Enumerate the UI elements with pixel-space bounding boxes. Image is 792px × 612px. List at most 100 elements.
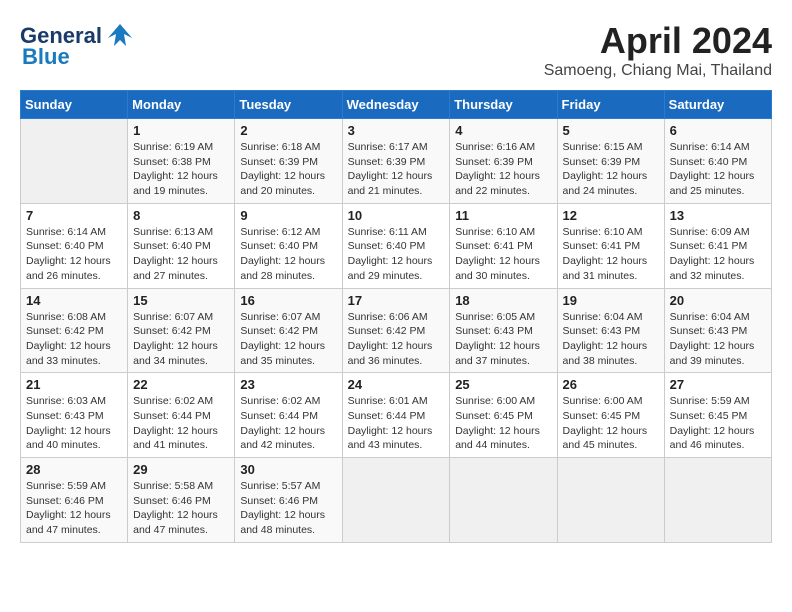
day-number: 30	[240, 462, 336, 477]
calendar-header-row: SundayMondayTuesdayWednesdayThursdayFrid…	[21, 91, 772, 119]
day-number: 13	[670, 208, 766, 223]
calendar-cell	[664, 458, 771, 543]
day-info: Sunrise: 6:06 AMSunset: 6:42 PMDaylight:…	[348, 310, 445, 369]
day-info: Sunrise: 6:09 AMSunset: 6:41 PMDaylight:…	[670, 225, 766, 284]
day-number: 12	[563, 208, 659, 223]
day-number: 24	[348, 377, 445, 392]
calendar-cell: 17 Sunrise: 6:06 AMSunset: 6:42 PMDayligh…	[342, 288, 450, 373]
day-info: Sunrise: 6:07 AMSunset: 6:42 PMDaylight:…	[133, 310, 229, 369]
day-info: Sunrise: 6:04 AMSunset: 6:43 PMDaylight:…	[670, 310, 766, 369]
day-number: 23	[240, 377, 336, 392]
day-info: Sunrise: 6:10 AMSunset: 6:41 PMDaylight:…	[455, 225, 551, 284]
calendar-cell: 22Sunrise: 6:02 AMSunset: 6:44 PMDayligh…	[128, 373, 235, 458]
calendar-cell: 27Sunrise: 5:59 AMSunset: 6:45 PMDayligh…	[664, 373, 771, 458]
day-number: 10	[348, 208, 445, 223]
calendar-header-saturday: Saturday	[664, 91, 771, 119]
day-info: Sunrise: 6:17 AMSunset: 6:39 PMDaylight:…	[348, 140, 445, 199]
calendar-header-monday: Monday	[128, 91, 235, 119]
calendar-cell: 25Sunrise: 6:00 AMSunset: 6:45 PMDayligh…	[450, 373, 557, 458]
calendar-cell: 12 Sunrise: 6:10 AMSunset: 6:41 PMDayligh…	[557, 203, 664, 288]
day-info: Sunrise: 5:57 AMSunset: 6:46 PMDaylight:…	[240, 479, 336, 538]
calendar-cell	[450, 458, 557, 543]
day-number: 18	[455, 293, 551, 308]
day-info: Sunrise: 5:59 AMSunset: 6:45 PMDaylight:…	[670, 394, 766, 453]
calendar-week-4: 21 Sunrise: 6:03 AMSunset: 6:43 PMDayligh…	[21, 373, 772, 458]
day-info: Sunrise: 6:11 AMSunset: 6:40 PMDaylight:…	[348, 225, 445, 284]
calendar-header-tuesday: Tuesday	[235, 91, 342, 119]
calendar-cell: 23 Sunrise: 6:02 AMSunset: 6:44 PMDayligh…	[235, 373, 342, 458]
location: Samoeng, Chiang Mai, Thailand	[544, 62, 772, 80]
day-number: 21	[26, 377, 122, 392]
day-number: 25	[455, 377, 551, 392]
day-number: 16	[240, 293, 336, 308]
day-number: 3	[348, 123, 445, 138]
day-info: Sunrise: 6:10 AMSunset: 6:41 PMDaylight:…	[563, 225, 659, 284]
calendar-cell: 28 Sunrise: 5:59 AMSunset: 6:46 PMDayligh…	[21, 458, 128, 543]
day-info: Sunrise: 6:07 AMSunset: 6:42 PMDaylight:…	[240, 310, 336, 369]
calendar-cell: 16 Sunrise: 6:07 AMSunset: 6:42 PMDayligh…	[235, 288, 342, 373]
day-number: 7	[26, 208, 122, 223]
day-number: 4	[455, 123, 551, 138]
calendar-cell: 21 Sunrise: 6:03 AMSunset: 6:43 PMDayligh…	[21, 373, 128, 458]
calendar-week-5: 28 Sunrise: 5:59 AMSunset: 6:46 PMDayligh…	[21, 458, 772, 543]
calendar-cell: 13 Sunrise: 6:09 AMSunset: 6:41 PMDayligh…	[664, 203, 771, 288]
day-info: Sunrise: 6:18 AMSunset: 6:39 PMDaylight:…	[240, 140, 336, 199]
day-number: 9	[240, 208, 336, 223]
calendar-cell: 30 Sunrise: 5:57 AMSunset: 6:46 PMDayligh…	[235, 458, 342, 543]
calendar-cell: 24 Sunrise: 6:01 AMSunset: 6:44 PMDayligh…	[342, 373, 450, 458]
calendar-cell: 2 Sunrise: 6:18 AMSunset: 6:39 PMDaylight…	[235, 119, 342, 204]
calendar-week-1: 1Sunrise: 6:19 AMSunset: 6:38 PMDaylight…	[21, 119, 772, 204]
day-number: 6	[670, 123, 766, 138]
day-info: Sunrise: 6:13 AMSunset: 6:40 PMDaylight:…	[133, 225, 229, 284]
day-number: 29	[133, 462, 229, 477]
day-info: Sunrise: 6:19 AMSunset: 6:38 PMDaylight:…	[133, 140, 229, 199]
day-number: 8	[133, 208, 229, 223]
day-info: Sunrise: 6:14 AMSunset: 6:40 PMDaylight:…	[670, 140, 766, 199]
day-number: 28	[26, 462, 122, 477]
page: General Blue April 2024 Samoeng, Chiang …	[0, 0, 792, 553]
calendar-header-thursday: Thursday	[450, 91, 557, 119]
day-info: Sunrise: 6:08 AMSunset: 6:42 PMDaylight:…	[26, 310, 122, 369]
day-number: 20	[670, 293, 766, 308]
day-number: 19	[563, 293, 659, 308]
calendar-week-2: 7Sunrise: 6:14 AMSunset: 6:40 PMDaylight…	[21, 203, 772, 288]
day-number: 14	[26, 293, 122, 308]
day-info: Sunrise: 6:12 AMSunset: 6:40 PMDaylight:…	[240, 225, 336, 284]
day-info: Sunrise: 6:01 AMSunset: 6:44 PMDaylight:…	[348, 394, 445, 453]
month-title: April 2024	[544, 20, 772, 62]
calendar-week-3: 14 Sunrise: 6:08 AMSunset: 6:42 PMDayligh…	[21, 288, 772, 373]
calendar-cell: 18Sunrise: 6:05 AMSunset: 6:43 PMDayligh…	[450, 288, 557, 373]
logo-blue: Blue	[22, 44, 70, 70]
title-area: April 2024 Samoeng, Chiang Mai, Thailand	[544, 20, 772, 80]
day-info: Sunrise: 6:03 AMSunset: 6:43 PMDaylight:…	[26, 394, 122, 453]
logo-bird-icon	[104, 20, 136, 52]
calendar: SundayMondayTuesdayWednesdayThursdayFrid…	[20, 90, 772, 543]
calendar-cell: 14 Sunrise: 6:08 AMSunset: 6:42 PMDayligh…	[21, 288, 128, 373]
calendar-cell: 15 Sunrise: 6:07 AMSunset: 6:42 PMDayligh…	[128, 288, 235, 373]
day-number: 2	[240, 123, 336, 138]
calendar-cell: 1Sunrise: 6:19 AMSunset: 6:38 PMDaylight…	[128, 119, 235, 204]
calendar-cell	[342, 458, 450, 543]
calendar-cell: 19 Sunrise: 6:04 AMSunset: 6:43 PMDayligh…	[557, 288, 664, 373]
calendar-cell: 3 Sunrise: 6:17 AMSunset: 6:39 PMDaylight…	[342, 119, 450, 204]
day-info: Sunrise: 5:58 AMSunset: 6:46 PMDaylight:…	[133, 479, 229, 538]
header: General Blue April 2024 Samoeng, Chiang …	[20, 20, 772, 80]
calendar-cell	[557, 458, 664, 543]
calendar-header-wednesday: Wednesday	[342, 91, 450, 119]
day-number: 5	[563, 123, 659, 138]
day-info: Sunrise: 6:00 AMSunset: 6:45 PMDaylight:…	[563, 394, 659, 453]
day-info: Sunrise: 5:59 AMSunset: 6:46 PMDaylight:…	[26, 479, 122, 538]
calendar-cell: 6 Sunrise: 6:14 AMSunset: 6:40 PMDaylight…	[664, 119, 771, 204]
day-info: Sunrise: 6:15 AMSunset: 6:39 PMDaylight:…	[563, 140, 659, 199]
day-number: 22	[133, 377, 229, 392]
day-number: 26	[563, 377, 659, 392]
day-info: Sunrise: 6:02 AMSunset: 6:44 PMDaylight:…	[240, 394, 336, 453]
day-info: Sunrise: 6:04 AMSunset: 6:43 PMDaylight:…	[563, 310, 659, 369]
calendar-cell: 29 Sunrise: 5:58 AMSunset: 6:46 PMDayligh…	[128, 458, 235, 543]
calendar-cell: 7Sunrise: 6:14 AMSunset: 6:40 PMDaylight…	[21, 203, 128, 288]
day-info: Sunrise: 6:16 AMSunset: 6:39 PMDaylight:…	[455, 140, 551, 199]
calendar-header-friday: Friday	[557, 91, 664, 119]
day-number: 15	[133, 293, 229, 308]
calendar-cell: 26 Sunrise: 6:00 AMSunset: 6:45 PMDayligh…	[557, 373, 664, 458]
day-number: 17	[348, 293, 445, 308]
